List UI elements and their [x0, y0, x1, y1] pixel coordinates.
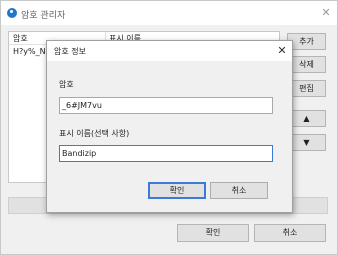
display-name-label: 표시 이름(선택 사항): [59, 129, 130, 138]
dialog-cancel-button[interactable]: 취소: [210, 182, 268, 199]
app-icon: [7, 8, 17, 18]
password-label: 암호: [59, 80, 74, 89]
dialog-titlebar: 암호 정보 ✕: [47, 41, 292, 61]
close-icon[interactable]: ✕: [319, 6, 333, 20]
display-name-field[interactable]: Bandizip: [59, 145, 273, 162]
cancel-button[interactable]: 취소: [254, 224, 326, 242]
column-header-password[interactable]: 암호: [13, 33, 28, 44]
password-field[interactable]: _6#JM7vu: [59, 97, 273, 114]
window-title: 암호 관리자: [21, 11, 66, 21]
dialog-close-icon[interactable]: ✕: [275, 44, 289, 58]
dialog-title: 암호 정보: [54, 47, 86, 56]
password-info-dialog: 암호 정보 ✕ 암호 _6#JM7vu 표시 이름(선택 사항) Bandizi…: [46, 40, 293, 213]
dialog-ok-button[interactable]: 확인: [148, 182, 206, 199]
ok-button[interactable]: 확인: [177, 224, 249, 242]
window-titlebar: 암호 관리자 ✕: [1, 1, 337, 25]
